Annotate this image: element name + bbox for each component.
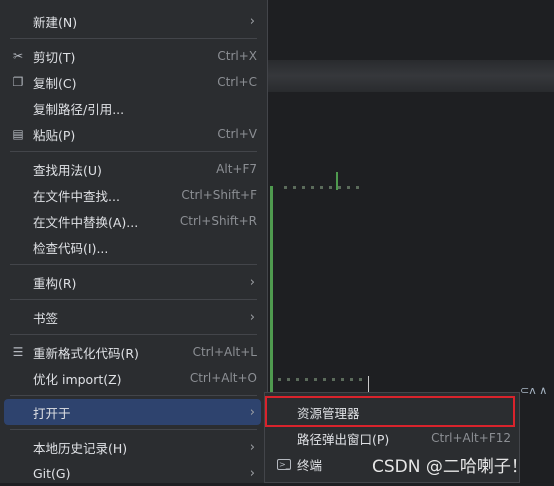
menu-separator [10, 264, 257, 265]
menu-item-label: 复制(C) [33, 75, 77, 91]
menu-item-label: 书签 [33, 310, 59, 326]
menu-item-label: 在文件中替换(A)... [33, 214, 139, 230]
menu-separator [10, 429, 257, 430]
menu-item-bookmarks[interactable]: 书签 › [4, 304, 261, 330]
minimap-dashes [278, 378, 368, 381]
menu-item-label: 粘贴(P) [33, 127, 76, 143]
menu-item-label: 优化 import(Z) [33, 371, 122, 387]
menu-item-label: 本地历史记录(H) [33, 440, 128, 456]
shortcut-label: Ctrl+X [217, 49, 257, 63]
menu-item-label: 新建(N) [33, 14, 78, 30]
shortcut-label: Ctrl+Alt+O [189, 371, 257, 385]
chevron-right-icon: › [249, 404, 255, 420]
menu-item-new[interactable]: 新建(N) › [4, 8, 261, 34]
shortcut-label: Ctrl+Shift+R [179, 214, 257, 228]
submenu-item-label: 终端 [297, 457, 323, 473]
scissors-icon: ✂ [12, 49, 24, 63]
chevron-right-icon: › [249, 274, 255, 290]
watermark: CSDN @二哈喇子！ [372, 457, 528, 477]
menu-item-label: 检查代码(I)... [33, 240, 109, 256]
menu-item-reformat-code[interactable]: ☰ 重新格式化代码(R) Ctrl+Alt+L [4, 339, 261, 365]
clipboard-icon: ▤ [12, 127, 24, 141]
chevron-right-icon: › [249, 309, 255, 325]
context-menu: 新建(N) › ✂ 剪切(T) Ctrl+X ❐ 复制(C) Ctrl+C 复制… [0, 0, 268, 483]
menu-item-label: 查找用法(U) [33, 162, 102, 178]
submenu-item-path-popup[interactable]: 路径弹出窗口(P) Ctrl+Alt+F12 [269, 425, 513, 451]
shortcut-label: Alt+F7 [216, 162, 257, 176]
menu-item-replace-in-files[interactable]: 在文件中替换(A)... Ctrl+Shift+R [4, 208, 261, 234]
menu-item-label: Git(G) [33, 465, 71, 481]
terminal-icon: >_ [277, 458, 291, 470]
change-marker-bar [270, 186, 273, 396]
menu-item-refactor[interactable]: 重构(R) › [4, 269, 261, 295]
minimap-dashes [284, 186, 364, 189]
menu-separator [10, 151, 257, 152]
menu-item-label: 重新格式化代码(R) [33, 345, 139, 361]
menu-item-find-usages[interactable]: 查找用法(U) Alt+F7 [4, 156, 261, 182]
menu-item-git[interactable]: Git(G) › [4, 460, 261, 486]
menu-item-find-in-files[interactable]: 在文件中查找... Ctrl+Shift+F [4, 182, 261, 208]
menu-item-cut[interactable]: ✂ 剪切(T) Ctrl+X [4, 43, 261, 69]
menu-separator [10, 334, 257, 335]
chevron-right-icon: › [249, 439, 255, 455]
menu-item-inspect-code[interactable]: 检查代码(I)... [4, 234, 261, 260]
shortcut-label: Ctrl+C [217, 75, 257, 89]
shortcut-label: Ctrl+Alt+F12 [431, 431, 511, 445]
copy-icon: ❐ [12, 75, 24, 89]
menu-item-paste[interactable]: ▤ 粘贴(P) Ctrl+V [4, 121, 261, 147]
menu-item-open-in[interactable]: 打开于 › [4, 399, 261, 425]
text-cursor [368, 376, 369, 392]
annotation-highlight-box [265, 396, 515, 427]
editor-fragment: ⊂ʌ ∧ [520, 384, 548, 397]
chevron-right-icon: › [249, 465, 255, 481]
menu-item-label: 重构(R) [33, 275, 77, 291]
shortcut-label: Ctrl+V [217, 127, 257, 141]
menu-item-label: 在文件中查找... [33, 188, 120, 204]
menu-item-local-history[interactable]: 本地历史记录(H) › [4, 434, 261, 460]
menu-item-label: 复制路径/引用... [33, 101, 125, 117]
shortcut-label: Ctrl+Shift+F [181, 188, 257, 202]
menu-item-copy[interactable]: ❐ 复制(C) Ctrl+C [4, 69, 261, 95]
menu-separator [10, 299, 257, 300]
menu-item-optimize-imports[interactable]: 优化 import(Z) Ctrl+Alt+O [4, 365, 261, 391]
menu-separator [10, 38, 257, 39]
menu-item-label: 剪切(T) [33, 49, 76, 65]
menu-item-label: 打开于 [33, 405, 71, 421]
reformat-icon: ☰ [12, 345, 24, 359]
chevron-right-icon: › [249, 13, 255, 29]
menu-item-copy-path[interactable]: 复制路径/引用... [4, 95, 261, 121]
submenu-item-label: 路径弹出窗口(P) [297, 431, 390, 447]
shortcut-label: Ctrl+Alt+L [192, 345, 257, 359]
editor-highlight-band [268, 60, 554, 92]
menu-separator [10, 395, 257, 396]
